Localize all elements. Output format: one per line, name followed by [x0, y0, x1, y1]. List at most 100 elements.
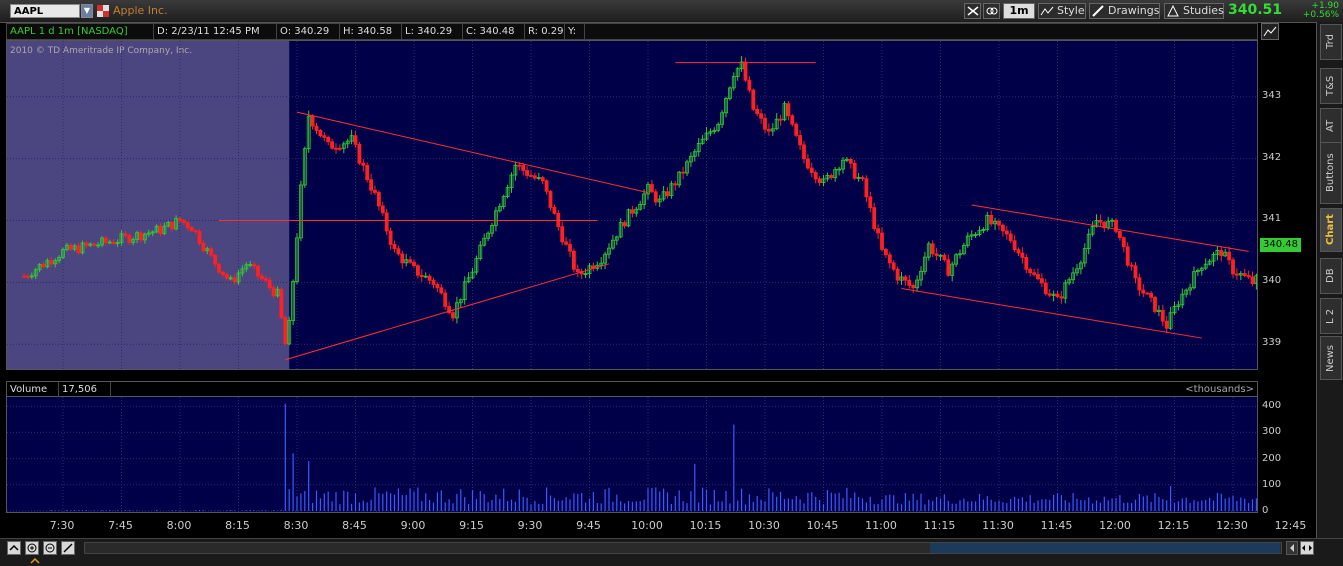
candle-body: [380, 205, 385, 214]
candle-body: [283, 317, 288, 345]
mini-chart-icon: [1263, 26, 1277, 37]
candle-body: [1032, 272, 1036, 275]
candle-body: [872, 207, 877, 230]
volume-chart-pane[interactable]: [6, 397, 1258, 513]
volume-tick-label: 200: [1262, 452, 1282, 464]
candle-body: [884, 249, 888, 256]
candle-body: [123, 233, 128, 236]
candle-body: [895, 268, 900, 281]
time-tick-label: 9:45: [576, 519, 601, 532]
candle-body: [564, 241, 568, 245]
price-chart-pane[interactable]: 2010 © TD Ameritrade IP Company, Inc.: [6, 40, 1258, 370]
link-tool-button[interactable]: [983, 3, 1000, 19]
candle-body: [786, 103, 791, 117]
candle-body: [747, 79, 752, 91]
scroll-left-button[interactable]: [1286, 541, 1298, 555]
draw-line-button[interactable]: [61, 541, 75, 555]
chart-title[interactable]: AAPL 1 d 1m [NASDAQ]: [7, 24, 154, 39]
candle-body: [1246, 275, 1251, 278]
side-tab-db[interactable]: DB: [1320, 258, 1342, 294]
candle-body: [1020, 252, 1025, 258]
volume-value: 17,506: [59, 382, 111, 397]
candle-body: [852, 162, 857, 179]
scrollbar-thumb[interactable]: [930, 543, 1280, 553]
candle-body: [1129, 264, 1134, 267]
candle-body: [903, 276, 908, 281]
candle-body: [1118, 231, 1122, 239]
candle-body: [568, 243, 572, 252]
side-tab-news[interactable]: News: [1320, 336, 1342, 380]
candle-body: [521, 165, 526, 171]
candle-body: [817, 178, 822, 184]
candle-body: [263, 278, 268, 281]
drawings-button[interactable]: Drawings: [1089, 3, 1160, 19]
candle-body: [1145, 292, 1150, 295]
candle-body: [525, 170, 529, 176]
candle-body: [880, 232, 884, 250]
chevron-up-icon: [9, 544, 19, 551]
link-color-icon[interactable]: [97, 5, 109, 17]
candle-body: [217, 263, 221, 273]
candle-body: [1125, 246, 1130, 266]
candle-body: [911, 284, 916, 289]
side-tab-at[interactable]: AT: [1320, 108, 1342, 144]
candle-body: [517, 164, 522, 167]
candle-body: [1153, 296, 1157, 312]
candle-body: [650, 184, 654, 193]
candle-body: [318, 130, 323, 137]
zoom-in-button[interactable]: [25, 541, 39, 555]
side-tab-ts[interactable]: T&S: [1320, 68, 1342, 104]
candle-body: [665, 191, 670, 197]
percent-change: +0.56%: [1302, 10, 1339, 20]
candle-body: [181, 220, 186, 224]
candle-body: [388, 230, 393, 245]
side-tab-trd[interactable]: Trd: [1320, 24, 1342, 60]
candle-body: [439, 287, 444, 294]
zoom-out-button[interactable]: [43, 541, 57, 555]
candle-body: [314, 125, 319, 131]
candle-body: [1024, 257, 1029, 270]
candle-body: [1219, 250, 1224, 257]
time-tick-label: 9:00: [400, 519, 426, 532]
chevron-up-small-icon[interactable]: [28, 557, 42, 565]
candle-body: [533, 175, 537, 179]
time-tick-label: 11:00: [865, 519, 897, 532]
candle-body: [997, 220, 1001, 226]
candle-body: [864, 178, 869, 198]
candle-body: [942, 254, 947, 261]
candle-body: [1235, 273, 1239, 276]
chart-settings-button[interactable]: [1261, 23, 1279, 40]
premarket-shading: [7, 41, 290, 369]
volume-tick-label: 400: [1262, 400, 1282, 412]
volume-chart[interactable]: [7, 397, 1257, 513]
candle-body: [1001, 224, 1005, 232]
crosshair-tool-button[interactable]: [964, 3, 981, 19]
expand-button[interactable]: [1300, 541, 1314, 555]
time-axis[interactable]: 7:30 7:45 8:00 8:15 8:30 8:45 9:00 9:15 9:30 9:45…: [6, 513, 1307, 538]
candle-body: [259, 275, 264, 280]
time-tick-label: 8:15: [225, 519, 250, 532]
side-tab-l2[interactable]: L 2: [1320, 298, 1342, 334]
candle-body: [930, 243, 935, 255]
side-tab-buttons[interactable]: Buttons: [1320, 142, 1342, 204]
candle-body: [572, 250, 576, 270]
timeframe-button[interactable]: 1m: [1003, 3, 1035, 19]
candle-body: [1141, 289, 1146, 294]
style-button[interactable]: Style: [1038, 3, 1086, 19]
candle-body: [365, 164, 370, 181]
symbol-input[interactable]: AAPL: [10, 4, 80, 18]
candle-body: [868, 196, 873, 209]
pencil-icon: [1092, 5, 1104, 17]
price-chart[interactable]: 2010 © TD Ameritrade IP Company, Inc.: [7, 41, 1257, 369]
side-tab-chart[interactable]: Chart: [1320, 208, 1342, 252]
candle-body: [326, 136, 331, 143]
symbol-dropdown-button[interactable]: ▼: [81, 4, 93, 18]
candle-body: [201, 242, 206, 252]
chart-info-bar: AAPL 1 d 1m [NASDAQ] D: 2/23/11 12:45 PM…: [6, 23, 1258, 40]
candle-body: [400, 253, 405, 264]
studies-button[interactable]: Studies: [1164, 3, 1224, 19]
candle-body: [322, 135, 327, 138]
collapse-button[interactable]: [7, 541, 21, 555]
price-axis[interactable]: 343 342 341 340 339: [1258, 40, 1308, 370]
candle-body: [104, 237, 108, 243]
